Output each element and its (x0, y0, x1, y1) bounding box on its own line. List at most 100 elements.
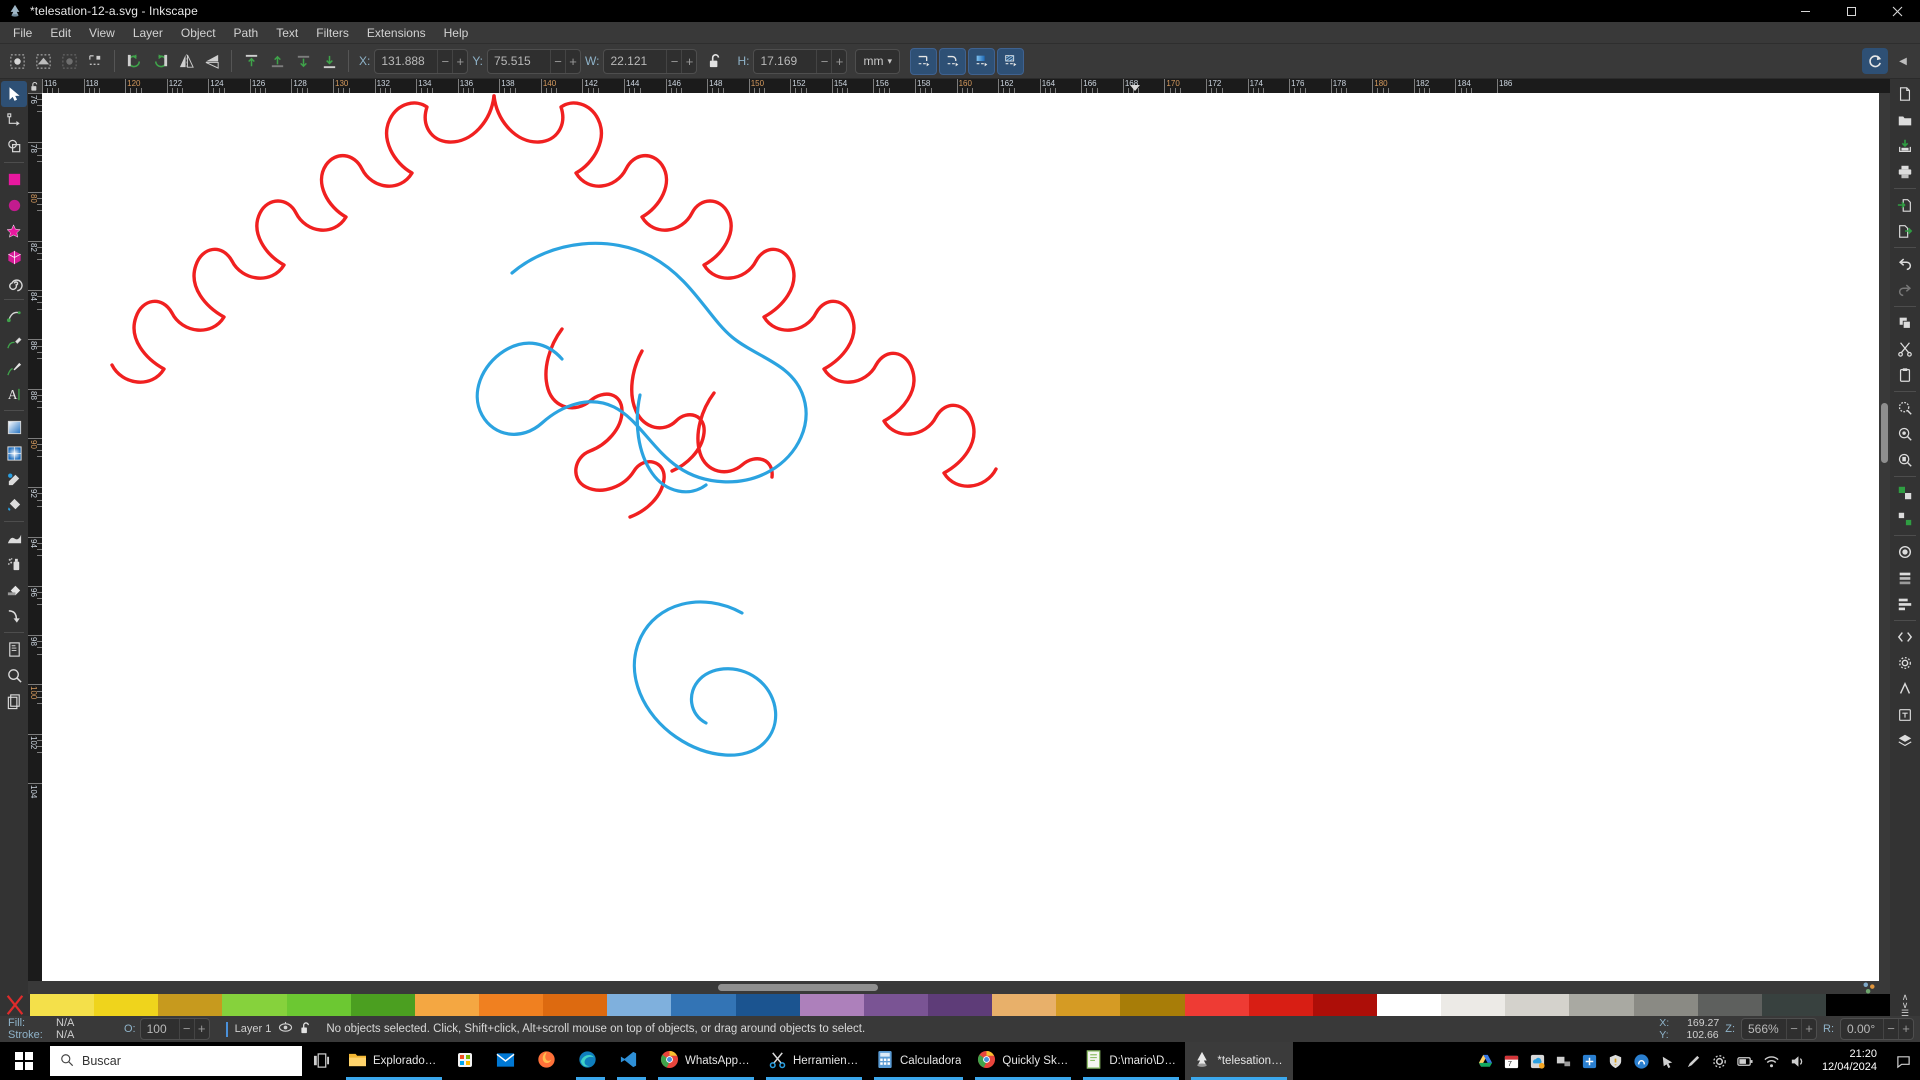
palette-swatch[interactable] (543, 994, 608, 1016)
rectangle-tool[interactable] (1, 166, 27, 192)
menu-text[interactable]: Text (267, 24, 307, 42)
xml-editor-icon[interactable] (1892, 624, 1918, 650)
security-shield-icon[interactable] (1606, 1052, 1625, 1071)
preferences-gear-icon[interactable] (1892, 650, 1918, 676)
text-tool[interactable]: A (1, 381, 27, 407)
menu-layer[interactable]: Layer (124, 24, 172, 42)
h-input[interactable]: 17.169 − + (753, 48, 848, 74)
deselect-icon[interactable] (56, 48, 82, 74)
rotate-90-ccw-icon[interactable] (121, 48, 147, 74)
calendar-icon[interactable]: 7 (1502, 1052, 1521, 1071)
onedrive-icon[interactable] (1528, 1052, 1547, 1071)
h-increment[interactable]: + (831, 49, 846, 73)
palette-swatch[interactable] (992, 994, 1057, 1016)
taskbar-item-firefox[interactable] (529, 1042, 570, 1080)
windows-start-icon[interactable] (0, 1042, 48, 1080)
zoom-drawing-icon[interactable] (1892, 421, 1918, 447)
raise-to-top-icon[interactable] (238, 48, 264, 74)
palette-swatch[interactable] (1441, 994, 1506, 1016)
menu-object[interactable]: Object (172, 24, 225, 42)
rotation-handles-icon[interactable] (1862, 48, 1888, 74)
google-drive-icon[interactable] (1476, 1052, 1495, 1071)
y-value[interactable]: 75.515 (488, 50, 550, 73)
mesh-gradient-tool[interactable] (1, 440, 27, 466)
pages-tool[interactable] (1, 636, 27, 662)
h-value[interactable]: 17.169 (754, 50, 816, 73)
palette-swatch[interactable] (1184, 994, 1249, 1016)
canvas-drawing-area[interactable] (42, 93, 1879, 981)
select-all-icon[interactable] (4, 48, 30, 74)
collapse-toolbar-icon[interactable]: ◀ (1890, 48, 1916, 74)
menu-file[interactable]: File (4, 24, 41, 42)
ruler-lock-icon[interactable] (28, 79, 42, 93)
flip-vertical-icon[interactable] (199, 48, 225, 74)
display-icon[interactable] (1554, 1052, 1573, 1071)
scissors-icon[interactable] (1892, 336, 1918, 362)
menu-extensions[interactable]: Extensions (358, 24, 435, 42)
open-folder-icon[interactable] (1892, 107, 1918, 133)
taskbar-item-edge[interactable] (570, 1042, 611, 1080)
taskbar-item-inkscape[interactable]: *telesation-1... (1185, 1042, 1294, 1080)
undo-arrow-icon[interactable] (1892, 251, 1918, 277)
rotate-90-cw-icon[interactable] (147, 48, 173, 74)
duplicate-icon[interactable] (1892, 310, 1918, 336)
taskbar-item-vscode[interactable] (611, 1042, 652, 1080)
volume-icon[interactable] (1788, 1052, 1807, 1071)
horizontal-ruler[interactable]: 116 118 120 122 124 126 128 130 132 134 136 138 140 1… (42, 79, 1890, 93)
battery-icon[interactable] (1736, 1052, 1755, 1071)
taskbar-item-store[interactable] (448, 1042, 488, 1080)
taskbar-item-quickly-sketch[interactable]: Quickly Sket... (969, 1042, 1077, 1080)
calligraphy-tool[interactable] (1, 355, 27, 381)
menu-help[interactable]: Help (435, 24, 478, 42)
palette-swatch[interactable] (1633, 994, 1698, 1016)
palette-swatch[interactable] (1569, 994, 1634, 1016)
zoom-decrement[interactable]: − (1786, 1019, 1801, 1039)
color-palette[interactable] (30, 994, 1891, 1016)
dropper-tool[interactable] (1, 466, 27, 492)
palette-swatch[interactable] (799, 994, 864, 1016)
rotation-value[interactable]: 0.00° (1841, 1019, 1883, 1039)
eye-icon[interactable] (278, 1021, 293, 1037)
printer-icon[interactable] (1892, 159, 1918, 185)
zoom-tool[interactable] (1, 662, 27, 688)
scale-stroke-width-icon[interactable] (910, 47, 938, 75)
close-button[interactable] (1874, 0, 1920, 22)
task-view-icon[interactable] (302, 1042, 340, 1080)
x-increment[interactable]: + (452, 49, 467, 73)
no-color-x-icon[interactable] (0, 994, 30, 1016)
layers-icon[interactable] (1892, 728, 1918, 754)
node-tool[interactable] (1, 107, 27, 133)
horizontal-scrollbar[interactable] (28, 981, 1848, 994)
move-patterns-icon[interactable] (997, 47, 1025, 75)
fill-stroke-icon[interactable] (1892, 539, 1918, 565)
wifi-icon[interactable] (1762, 1052, 1781, 1071)
scale-rounded-corners-icon[interactable] (939, 47, 967, 75)
tweak-tool[interactable] (1, 525, 27, 551)
palette-swatch[interactable] (735, 994, 800, 1016)
palette-swatch[interactable] (1697, 994, 1762, 1016)
taskbar-item-snipping[interactable]: Herramienta ... (760, 1042, 868, 1080)
redo-arrow-icon[interactable] (1892, 277, 1918, 303)
measure-tool[interactable] (1, 688, 27, 714)
taskbar-item-documents[interactable]: D:\mario\Do... (1077, 1042, 1185, 1080)
connector-tool[interactable] (1, 603, 27, 629)
rotation-increment[interactable]: + (1898, 1019, 1913, 1039)
x-input[interactable]: 131.888 − + (374, 48, 469, 74)
paint-bucket-tool[interactable] (1, 492, 27, 518)
taskbar-clock[interactable]: 21:20 12/04/2024 (1814, 1048, 1885, 1074)
symbols-icon[interactable] (1892, 676, 1918, 702)
shape-builder-tool[interactable] (1, 133, 27, 159)
teams-icon[interactable] (1632, 1052, 1651, 1071)
raise-icon[interactable] (264, 48, 290, 74)
palette-swatch[interactable] (94, 994, 159, 1016)
bezier-pen-tool[interactable] (1, 329, 27, 355)
layer-name[interactable]: Layer 1 (235, 1023, 272, 1035)
taskbar-item-whatsapp[interactable]: WhatsApp - ... (652, 1042, 760, 1080)
select-all-in-layers-icon[interactable] (30, 48, 56, 74)
unit-selector[interactable]: mm ▾ (855, 48, 901, 74)
opacity-increment[interactable]: + (193, 1019, 209, 1039)
selector-tool[interactable] (1, 81, 27, 107)
palette-swatch[interactable] (671, 994, 736, 1016)
pencil-tool[interactable] (1, 303, 27, 329)
zoom-input[interactable]: 566% − + (1741, 1018, 1817, 1040)
